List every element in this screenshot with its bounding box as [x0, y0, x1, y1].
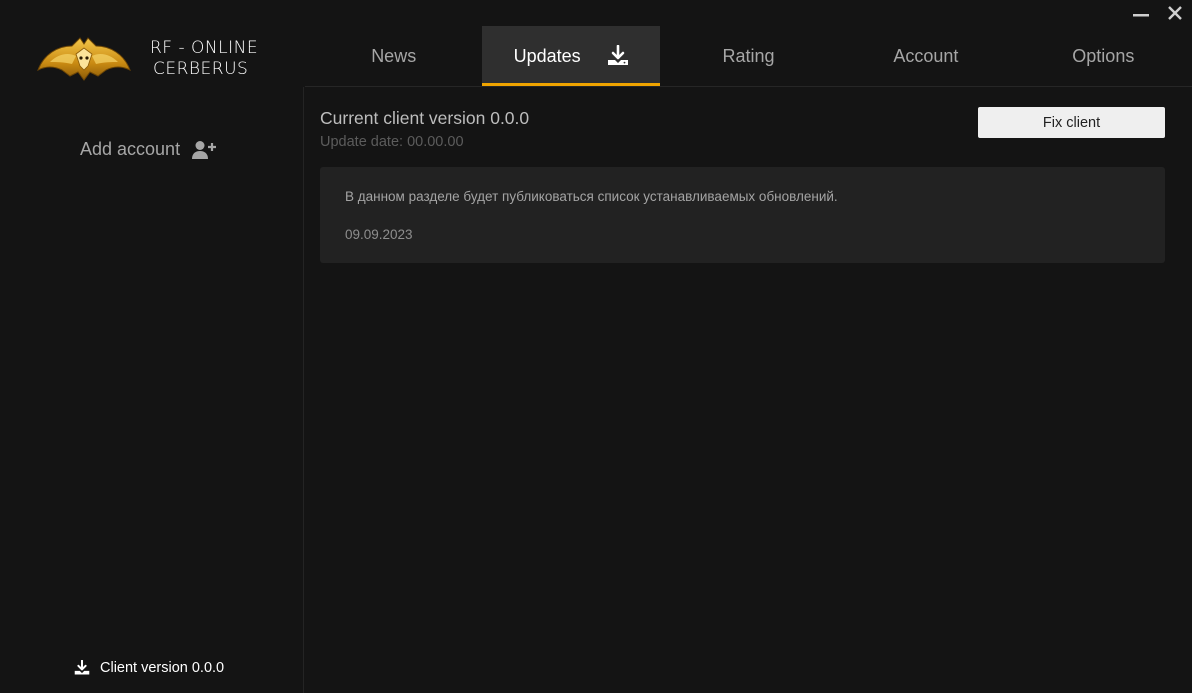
- cerberus-logo-icon: [37, 37, 131, 81]
- current-version-title: Current client version 0.0.0: [320, 108, 530, 128]
- close-icon: [1168, 6, 1182, 20]
- update-entry: В данном разделе будет публиковаться спи…: [320, 167, 1165, 263]
- logo-line-2: CERBERUS: [153, 59, 249, 79]
- add-account-button[interactable]: Add account: [80, 139, 217, 160]
- download-icon: [74, 660, 90, 676]
- main-tabs: News Updates Rating Account Options: [305, 26, 1192, 86]
- fix-client-button[interactable]: Fix client: [978, 107, 1165, 138]
- tab-options[interactable]: Options: [1015, 26, 1192, 86]
- update-entry-date: 09.09.2023: [345, 227, 413, 242]
- download-icon: [607, 45, 629, 67]
- add-user-icon: [192, 140, 217, 160]
- tab-account[interactable]: Account: [837, 26, 1014, 86]
- window-controls: [1124, 0, 1192, 24]
- tab-label: Updates: [513, 45, 581, 66]
- sidebar: Add account Client version 0.0.0: [0, 87, 304, 693]
- updates-panel: Current client version 0.0.0 Update date…: [305, 86, 1192, 693]
- close-button[interactable]: [1158, 0, 1192, 24]
- logo-line-1: RF - ONLINE: [150, 38, 259, 58]
- app-logo: RF - ONLINE CERBERUS: [36, 34, 276, 84]
- tab-label: News: [371, 45, 417, 66]
- client-version-label: Client version 0.0.0: [100, 660, 225, 676]
- add-account-label: Add account: [80, 139, 181, 159]
- tab-label: Account: [893, 45, 959, 66]
- tab-news[interactable]: News: [305, 26, 482, 86]
- tab-rating[interactable]: Rating: [660, 26, 837, 86]
- tab-updates[interactable]: Updates: [482, 26, 660, 86]
- logo-text: RF - ONLINE CERBERUS: [150, 38, 258, 80]
- update-text: В данном разделе будет публиковаться спи…: [345, 189, 838, 204]
- minimize-icon: [1133, 14, 1149, 17]
- tab-label: Rating: [722, 45, 775, 66]
- launcher-window: RF - ONLINE CERBERUS News Updates Rating…: [0, 0, 1192, 693]
- client-version-status: Client version 0.0.0: [74, 660, 224, 676]
- tab-label: Options: [1072, 45, 1135, 66]
- update-date: Update date: 00.00.00: [320, 134, 464, 150]
- minimize-button[interactable]: [1124, 0, 1158, 24]
